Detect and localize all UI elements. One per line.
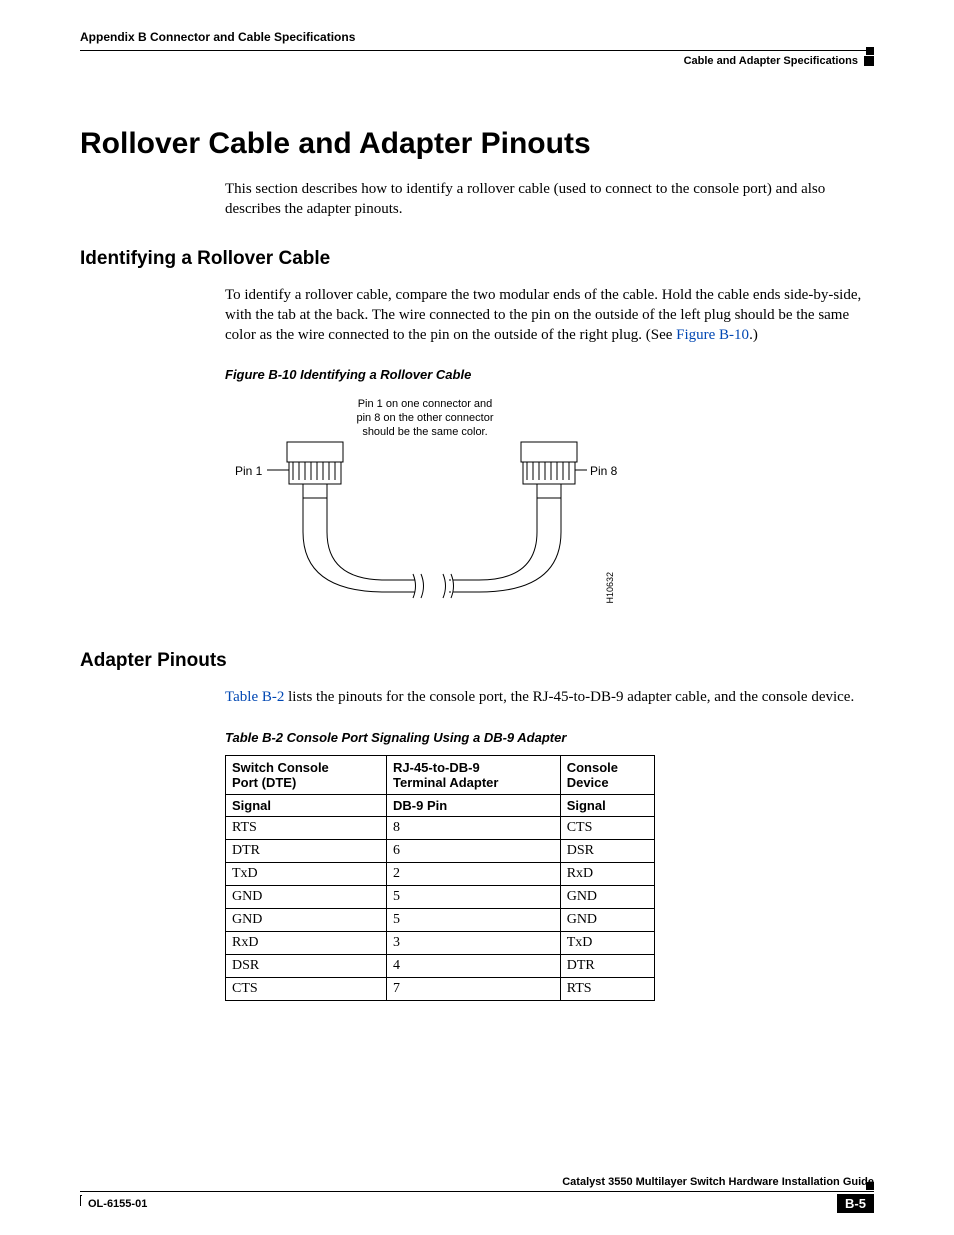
section-heading-adapter: Adapter Pinouts bbox=[80, 650, 874, 672]
cell: RxD bbox=[226, 931, 387, 954]
cell: GND bbox=[560, 908, 654, 931]
cell: TxD bbox=[226, 862, 387, 885]
table-row: RTS8CTS bbox=[226, 816, 655, 839]
page: Appendix B Connector and Cable Specifica… bbox=[0, 0, 954, 1235]
figure-link[interactable]: Figure B-10 bbox=[676, 327, 749, 343]
col2-header: RJ-45-to-DB-9Terminal Adapter bbox=[387, 755, 561, 794]
subhead-db9: DB-9 Pin bbox=[387, 794, 561, 816]
footer-tick-icon bbox=[80, 1195, 82, 1206]
cell: 4 bbox=[387, 954, 561, 977]
identifying-paragraph: To identify a rollover cable, compare th… bbox=[225, 285, 874, 346]
col3-header: ConsoleDevice bbox=[560, 755, 654, 794]
header-right: Cable and Adapter Specifications bbox=[684, 55, 858, 67]
table-row: TxD2RxD bbox=[226, 862, 655, 885]
table-subheader-row: Signal DB-9 Pin Signal bbox=[226, 794, 655, 816]
header-left: Appendix B Connector and Cable Specifica… bbox=[80, 30, 874, 44]
footer-docnum: OL-6155-01 bbox=[88, 1198, 147, 1210]
cell: GND bbox=[560, 885, 654, 908]
para-text-b: .) bbox=[749, 327, 758, 343]
cell: 7 bbox=[387, 977, 561, 1000]
cell: 8 bbox=[387, 816, 561, 839]
header-square-icon bbox=[864, 56, 874, 66]
page-title: Rollover Cable and Adapter Pinouts bbox=[80, 127, 874, 161]
cell: GND bbox=[226, 908, 387, 931]
figure-diagram: Pin 1 on one connector and pin 8 on the … bbox=[225, 392, 874, 622]
cell: 3 bbox=[387, 931, 561, 954]
cell: DSR bbox=[560, 839, 654, 862]
table-row: DTR6DSR bbox=[226, 839, 655, 862]
section-heading-identifying: Identifying a Rollover Cable bbox=[80, 248, 874, 270]
table-row: CTS7RTS bbox=[226, 977, 655, 1000]
subhead-signal1: Signal bbox=[226, 794, 387, 816]
cell: DSR bbox=[226, 954, 387, 977]
header-end-marker bbox=[866, 47, 874, 55]
cell: CTS bbox=[560, 816, 654, 839]
table-row: DSR4DTR bbox=[226, 954, 655, 977]
cell: 5 bbox=[387, 908, 561, 931]
cell: RxD bbox=[560, 862, 654, 885]
col1-header: Switch ConsolePort (DTE) bbox=[226, 755, 387, 794]
para-text-a: To identify a rollover cable, compare th… bbox=[225, 287, 861, 344]
table-row: GND5GND bbox=[226, 908, 655, 931]
adapter-para-rest: lists the pinouts for the console port, … bbox=[284, 689, 854, 705]
cell: 6 bbox=[387, 839, 561, 862]
cell: TxD bbox=[560, 931, 654, 954]
table-link[interactable]: Table B-2 bbox=[225, 689, 284, 705]
figure-caption: Figure B-10 Identifying a Rollover Cable bbox=[225, 367, 874, 382]
cable-wire bbox=[303, 498, 561, 598]
left-connector-icon bbox=[287, 442, 343, 498]
cell: 5 bbox=[387, 885, 561, 908]
cell: GND bbox=[226, 885, 387, 908]
cell: CTS bbox=[226, 977, 387, 1000]
footer: Catalyst 3550 Multilayer Switch Hardware… bbox=[80, 1176, 874, 1213]
adapter-paragraph: Table B-2 lists the pinouts for the cons… bbox=[225, 687, 874, 707]
header-rule bbox=[80, 50, 874, 51]
footer-guide-title: Catalyst 3550 Multilayer Switch Hardware… bbox=[80, 1176, 874, 1188]
header-right-wrap: Cable and Adapter Specifications bbox=[80, 55, 874, 67]
subhead-signal2: Signal bbox=[560, 794, 654, 816]
cable-svg bbox=[225, 392, 645, 622]
cell: RTS bbox=[560, 977, 654, 1000]
cell: DTR bbox=[226, 839, 387, 862]
cell: DTR bbox=[560, 954, 654, 977]
cell: RTS bbox=[226, 816, 387, 839]
table-header-row1: Switch ConsolePort (DTE) RJ-45-to-DB-9Te… bbox=[226, 755, 655, 794]
table-caption: Table B-2 Console Port Signaling Using a… bbox=[225, 730, 874, 745]
table-row: RxD3TxD bbox=[226, 931, 655, 954]
page-number: B-5 bbox=[837, 1194, 874, 1213]
pinout-table: Switch ConsolePort (DTE) RJ-45-to-DB-9Te… bbox=[225, 755, 655, 1001]
cell: 2 bbox=[387, 862, 561, 885]
intro-paragraph: This section describes how to identify a… bbox=[225, 179, 874, 220]
right-connector-icon bbox=[521, 442, 577, 498]
footer-end-marker bbox=[866, 1182, 874, 1190]
footer-docnum-wrap: OL-6155-01 bbox=[80, 1198, 147, 1210]
table-row: GND5GND bbox=[226, 885, 655, 908]
